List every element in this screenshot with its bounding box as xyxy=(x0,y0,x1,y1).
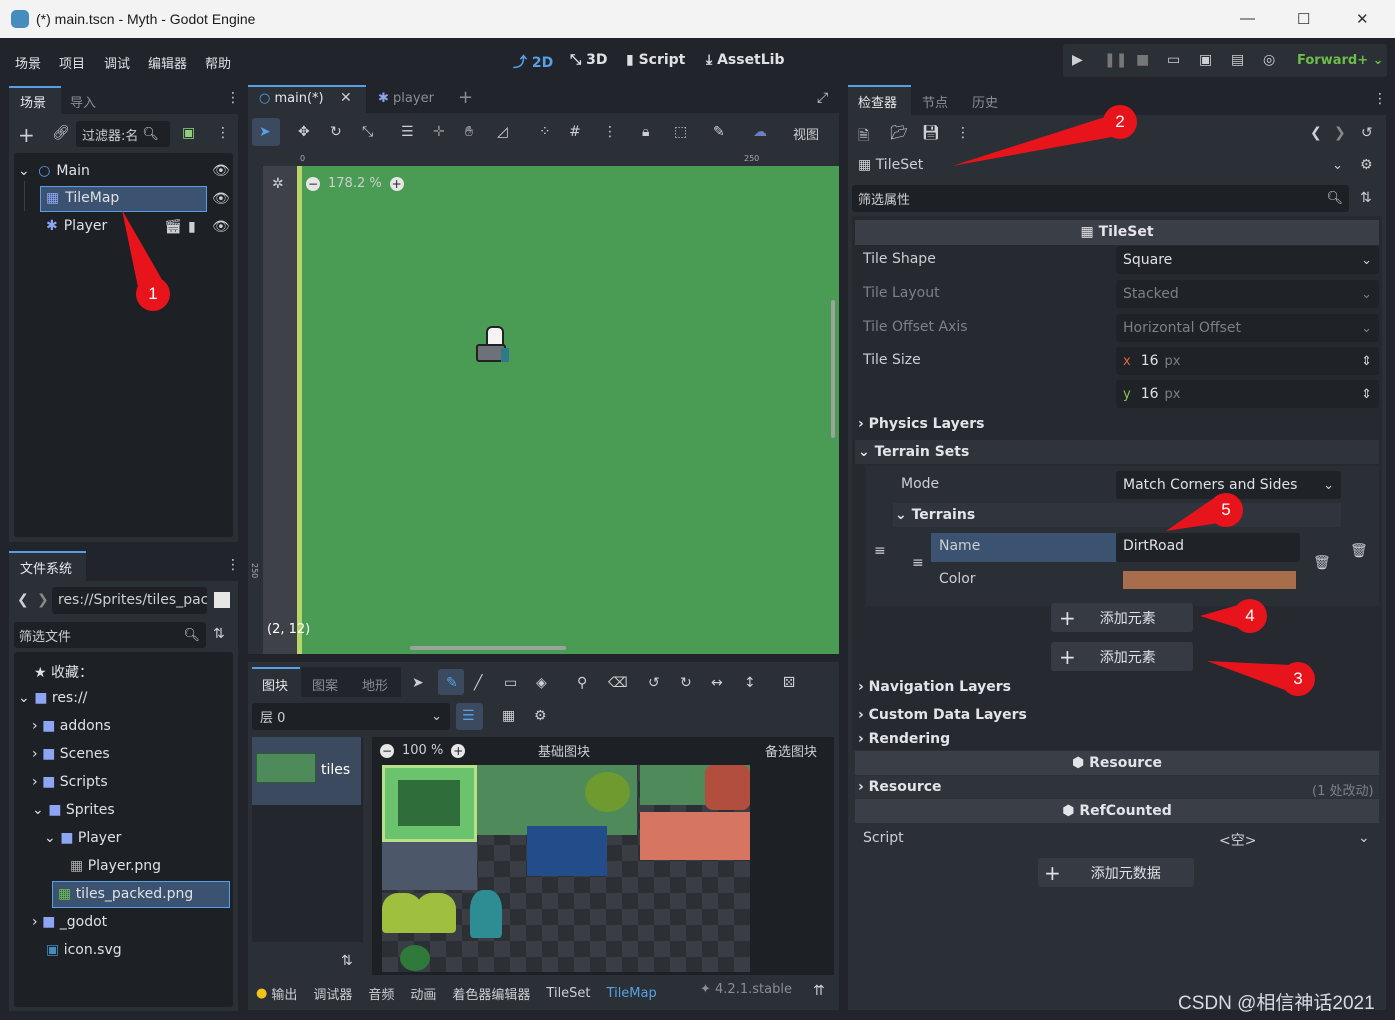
watermark: CSDN @相信神话2021 xyxy=(1178,993,1375,1014)
annotation-badge-1: 1 xyxy=(136,277,170,311)
annotation-arrows xyxy=(122,117,1290,690)
annotation-badge-5: 5 xyxy=(1209,493,1243,527)
arrow-3 xyxy=(1207,661,1290,690)
arrow-2 xyxy=(952,117,1112,166)
annotation-badge-3: 3 xyxy=(1281,662,1315,696)
annotation-badge-2: 2 xyxy=(1103,105,1137,139)
annotation-badge-4: 4 xyxy=(1233,599,1267,633)
